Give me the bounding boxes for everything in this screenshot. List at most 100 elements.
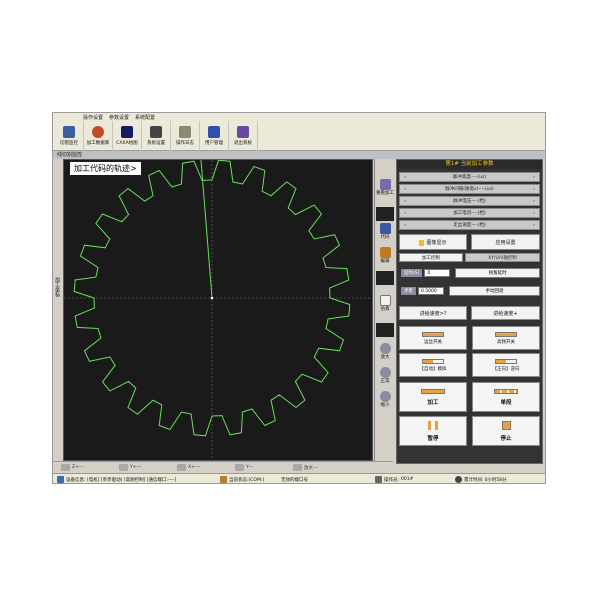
toolbar-caxa-button[interactable]: CAXA绘图 (113, 121, 142, 151)
total-time-label: 累计时间: (464, 477, 484, 483)
chart-icon (293, 464, 302, 471)
toolbar-monitor-button[interactable]: 切割监控 (55, 121, 84, 151)
cursor-icon (419, 239, 425, 246)
edit-icon (379, 247, 391, 258)
high-frequency-toggle[interactable]: 高频开关 (472, 326, 540, 350)
toolbar-user-button[interactable]: 用户管理 (200, 121, 229, 151)
param-wire-speed[interactable]: ‹ 走丝速度----(档) › (399, 220, 540, 230)
tool-separator-3 (376, 323, 394, 337)
menu-item-parameters[interactable]: 参数设置 (109, 114, 129, 121)
direction-toggle[interactable]: 【正向】逆向 (472, 353, 540, 377)
caxa-icon (121, 126, 133, 138)
total-time-value: 0小时58分 (484, 477, 507, 483)
param-pulse-interval[interactable]: ‹ 脉冲间隔(脉宽x)----(us) › (399, 184, 540, 194)
tool-simulate[interactable]: 仿真 (376, 295, 394, 312)
chevron-left-icon[interactable]: ‹ (400, 211, 410, 216)
step-label: 步距 (401, 287, 416, 295)
toolbar-settings-button[interactable]: 系统设置 (142, 121, 171, 151)
tool-column: 重看加工 代码 编辑 仿真 放大 正常 缩小 (374, 159, 394, 461)
param-pulse-voltage[interactable]: ‹ 脉冲电压----(档) › (399, 196, 540, 206)
zoom-out-icon (379, 391, 391, 402)
toolbar-exit-button[interactable]: 退出系统 (229, 121, 258, 151)
menu-bar: 操作设置 参数设置 系统配置 (53, 113, 545, 121)
axis-icon (61, 464, 70, 471)
tab-machining-control[interactable]: 加工控制 (399, 253, 463, 262)
control-panel: 第1# 当前加工参数 ‹ 脉冲宽度----(us) › ‹ 脉冲间隔(脉宽x)-… (396, 159, 543, 464)
tool-zoom-out[interactable]: 缩小 (376, 391, 394, 408)
chevron-right-icon[interactable]: › (529, 199, 539, 204)
auto-simulate-toggle[interactable]: 【自动】模拟 (399, 353, 467, 377)
axis-x-plus-button[interactable]: X+--- (169, 464, 227, 471)
apply-settings-button[interactable]: 应用设置 (471, 234, 540, 250)
tool-normal-view[interactable]: 正常 (376, 367, 394, 384)
tool-edit[interactable]: 编辑 (376, 247, 394, 264)
step-input[interactable]: 0.5000 (418, 287, 444, 295)
simulate-icon (379, 295, 391, 306)
manual-return-button[interactable]: 手动回退 (449, 286, 540, 296)
step-row: 步距 0.5000 手动回退 (399, 284, 540, 298)
normal-view-icon (379, 367, 391, 378)
axis-y-minus-button[interactable]: Y--- (227, 464, 285, 471)
feed-speed-up-button[interactable]: 进给速度+ (471, 306, 540, 320)
delay-row: 延时(S) 0 拐角延时 (399, 266, 540, 280)
tool-zoom-in[interactable]: 放大 (376, 343, 394, 360)
toggle-indicator-icon (495, 331, 517, 337)
single-step-icon (494, 388, 518, 394)
operator-label: 操作员: (384, 477, 400, 483)
pause-button[interactable]: 暂停 (399, 416, 467, 446)
user-icon (208, 126, 220, 138)
toolbar: 切割监控 加工数据库 CAXA绘图 系统设置 操作日志 用户管理 退出系统 (53, 121, 545, 151)
tool-replay[interactable]: 重看加工 (376, 179, 394, 196)
feed-speed-button[interactable]: 进给速度>? (399, 306, 467, 320)
status-bar: 设备信息: [电机] [单步驱动] [高频控制] [通信端口:----] 当前状… (53, 473, 545, 483)
clock-icon (455, 476, 463, 483)
stop-button[interactable]: 停止 (472, 416, 540, 446)
zoom-in-icon (379, 343, 391, 354)
operator-icon (375, 476, 382, 483)
canvas-title: 加工代码的轨迹> (70, 162, 141, 175)
chevron-right-icon[interactable]: › (529, 175, 539, 180)
image-display-button[interactable]: 图像显示 (399, 234, 467, 250)
left-ruler: 加工坐标 (53, 159, 61, 461)
tool-code[interactable]: 代码 (376, 223, 394, 240)
toggle-indicator-icon (495, 358, 517, 364)
param-panel-title: 第1# 当前加工参数 (397, 160, 542, 169)
chevron-left-icon[interactable]: ‹ (400, 223, 410, 228)
chevron-left-icon[interactable]: ‹ (400, 175, 410, 180)
toolbar-database-button[interactable]: 加工数据库 (84, 121, 113, 151)
menu-item-operation[interactable]: 操作设置 (83, 114, 103, 121)
chevron-right-icon[interactable]: › (529, 223, 539, 228)
toolbar-log-button[interactable]: 操作日志 (171, 121, 200, 151)
single-step-button[interactable]: 单段 (472, 382, 540, 412)
zoom-button[interactable]: 放大--- (285, 464, 343, 471)
tool-separator-2 (376, 271, 394, 285)
left-ruler-label: 加工坐标 (54, 277, 60, 297)
arrow-right-icon (421, 388, 445, 394)
delay-input[interactable]: 0 (424, 269, 451, 277)
menu-item-system[interactable]: 系统配置 (135, 114, 155, 121)
app-window: 操作设置 参数设置 系统配置 切割监控 加工数据库 CAXA绘图 系统设置 操作… (52, 112, 546, 484)
axis-z-plus-button[interactable]: Z+--- (53, 464, 111, 471)
param-machining-current[interactable]: ‹ 加工电流----(档) › (399, 208, 540, 218)
delay-label: 延时(S) (401, 269, 423, 277)
chevron-left-icon[interactable]: ‹ (400, 187, 410, 192)
panel-title: 线切割监控 (53, 151, 545, 159)
axis-y-plus-button[interactable]: Y+--- (111, 464, 169, 471)
port-status: 无效的端口号 (281, 477, 308, 483)
replay-icon (379, 179, 391, 190)
param-pulse-width[interactable]: ‹ 脉冲宽度----(us) › (399, 172, 540, 182)
machining-button[interactable]: 加工 (399, 382, 467, 412)
tab-axis-control[interactable]: XY/U/V轴控制 (465, 253, 540, 262)
chevron-right-icon[interactable]: › (529, 187, 539, 192)
code-icon (379, 223, 391, 234)
monitor-icon (63, 126, 75, 138)
exit-icon (237, 126, 249, 138)
corner-delay-button[interactable]: 拐角延时 (455, 268, 540, 278)
toolpath-canvas[interactable]: 加工代码的轨迹> (63, 159, 373, 461)
chevron-left-icon[interactable]: ‹ (400, 199, 410, 204)
chevron-right-icon[interactable]: › (529, 211, 539, 216)
log-icon (179, 126, 191, 138)
wire-run-toggle[interactable]: 运丝开关 (399, 326, 467, 350)
toggle-indicator-icon (422, 331, 444, 337)
stop-icon (501, 420, 511, 430)
